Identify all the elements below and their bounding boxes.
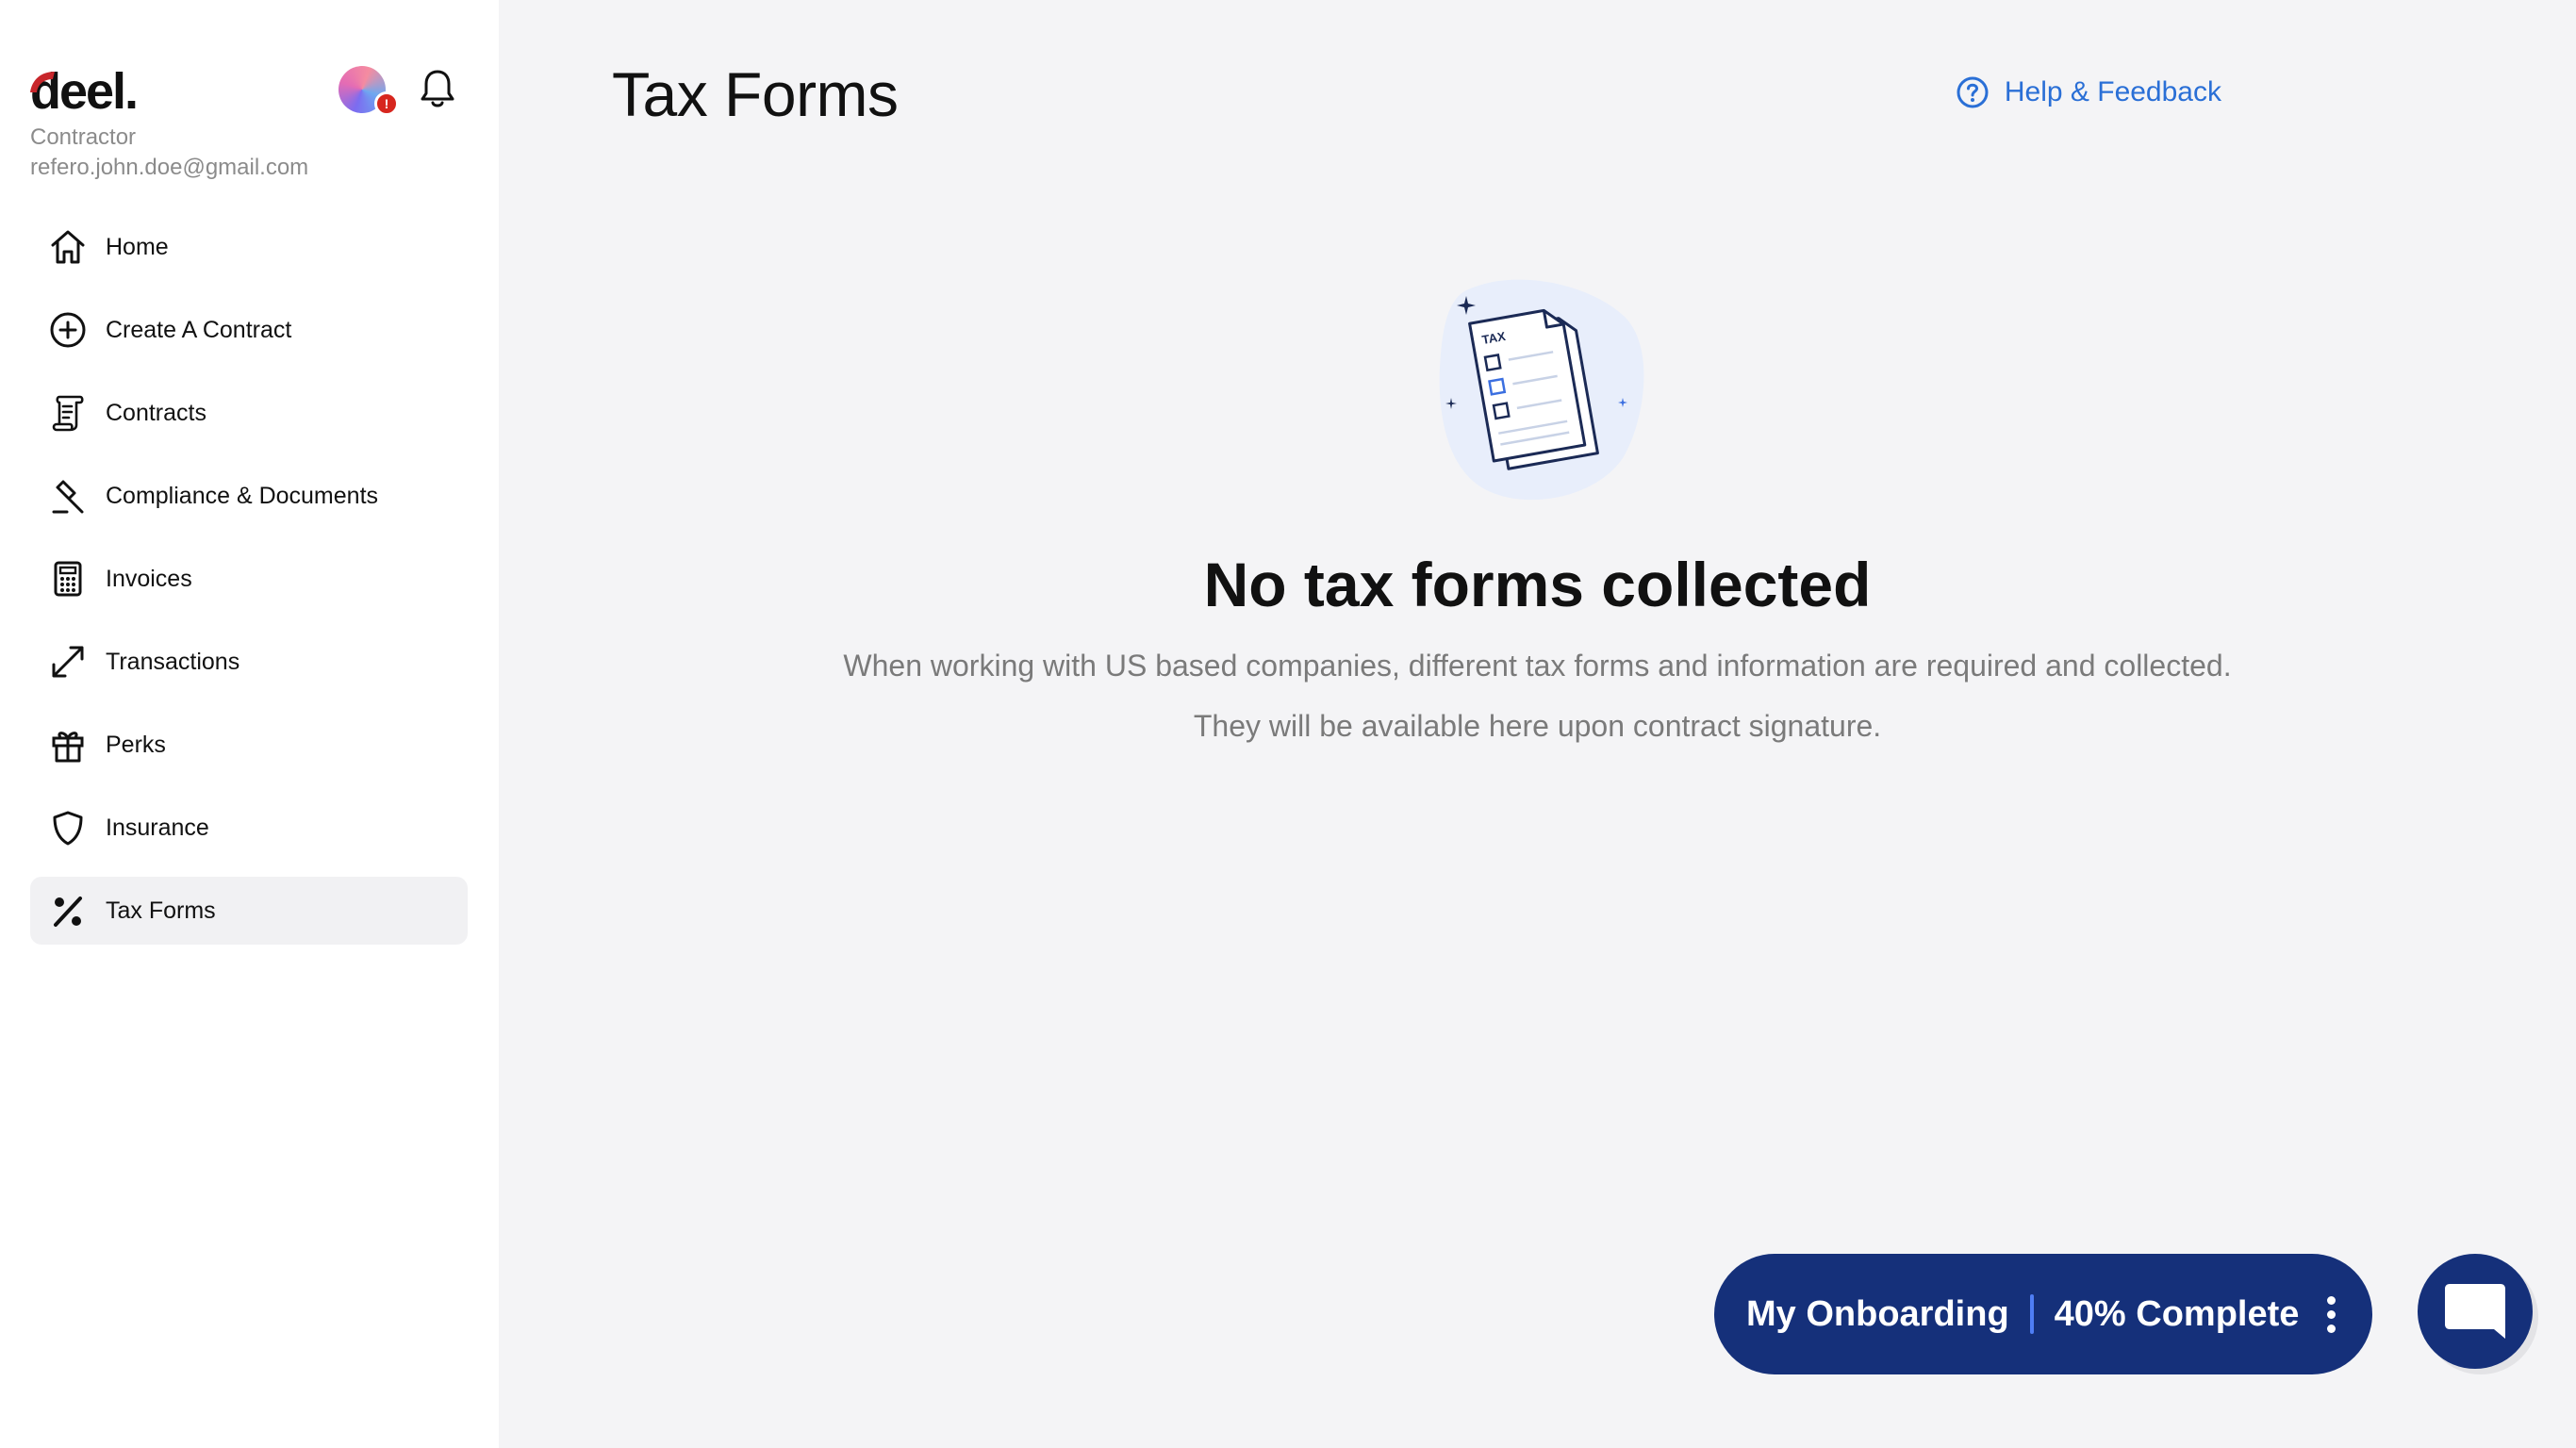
empty-state-description-line1: When working with US based companies, di…	[843, 649, 2232, 683]
sidebar-item-invoices[interactable]: Invoices	[30, 545, 468, 613]
more-vertical-icon[interactable]	[2325, 1295, 2337, 1333]
sidebar: deel. ! Contractor refero.john.doe@gmail…	[0, 0, 499, 1448]
sidebar-item-label: Compliance & Documents	[106, 482, 379, 509]
shield-icon	[47, 807, 89, 848]
sidebar-item-label: Tax Forms	[106, 897, 216, 924]
arrows-diagonal-icon	[47, 641, 89, 683]
main-content: Tax Forms Help & Feedback TAX No tax for…	[499, 0, 2576, 1448]
onboarding-divider	[2029, 1294, 2034, 1334]
sidebar-item-insurance[interactable]: Insurance	[30, 794, 468, 862]
logo-hat-icon	[30, 72, 55, 92]
onboarding-progress-button[interactable]: My Onboarding 40% Complete	[1714, 1254, 2372, 1374]
alert-badge: !	[374, 91, 399, 116]
tax-document-illustration: TAX	[1439, 279, 1644, 501]
calculator-icon	[47, 558, 89, 600]
sidebar-item-compliance[interactable]: Compliance & Documents	[30, 462, 468, 530]
sidebar-item-label: Contracts	[106, 399, 206, 426]
percent-icon	[47, 890, 89, 931]
gavel-icon	[47, 475, 89, 517]
app-root: deel. ! Contractor refero.john.doe@gmail…	[0, 0, 2576, 1448]
sidebar-item-label: Home	[106, 233, 169, 260]
deel-logo[interactable]: deel.	[30, 62, 139, 121]
sidebar-item-contracts[interactable]: Contracts	[30, 379, 468, 447]
chat-button[interactable]	[2418, 1254, 2533, 1369]
sidebar-item-label: Perks	[106, 731, 166, 758]
sidebar-nav: Home Create A Contract Contracts Complia…	[30, 213, 468, 960]
user-role: Contractor	[30, 124, 137, 150]
sidebar-item-tax-forms[interactable]: Tax Forms	[30, 877, 468, 945]
empty-state-description-line2: They will be available here upon contrac…	[1193, 709, 1882, 743]
help-feedback-link[interactable]: Help & Feedback	[1956, 75, 2221, 109]
onboarding-progress-text: 40% Complete	[2054, 1293, 2300, 1334]
chat-bubble-icon	[2445, 1284, 2505, 1339]
empty-state-title: No tax forms collected	[1203, 550, 1872, 619]
sidebar-item-label: Invoices	[106, 565, 192, 592]
bell-icon[interactable]	[419, 68, 456, 109]
help-circle-icon	[1957, 76, 1989, 108]
user-email: refero.john.doe@gmail.com	[30, 155, 309, 180]
plus-circle-icon	[47, 309, 89, 351]
sidebar-item-home[interactable]: Home	[30, 213, 468, 281]
help-feedback-label: Help & Feedback	[2004, 76, 2221, 107]
sidebar-item-transactions[interactable]: Transactions	[30, 628, 468, 696]
home-icon	[47, 226, 89, 268]
scroll-icon	[47, 392, 89, 434]
onboarding-label: My Onboarding	[1746, 1293, 2009, 1334]
sidebar-item-perks[interactable]: Perks	[30, 711, 468, 779]
sidebar-item-label: Create A Contract	[106, 316, 292, 343]
page-title: Tax Forms	[612, 59, 899, 129]
sidebar-item-create-contract[interactable]: Create A Contract	[30, 296, 468, 364]
sidebar-item-label: Insurance	[106, 814, 209, 841]
sidebar-header: deel. !	[30, 62, 464, 121]
sidebar-item-label: Transactions	[106, 648, 240, 675]
gift-icon	[47, 724, 89, 765]
